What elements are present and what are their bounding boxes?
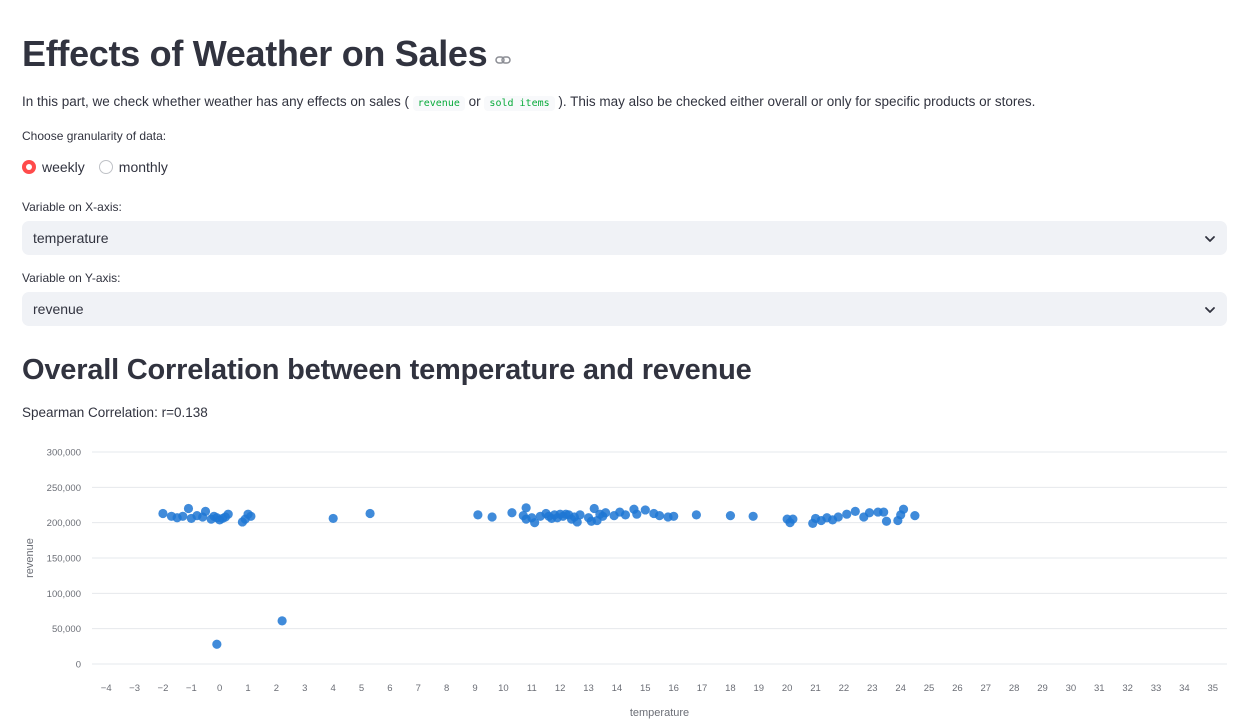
y-tick-label: 300,000 (47, 448, 81, 459)
x-tick-label: 17 (697, 683, 708, 694)
x-tick-label: 22 (839, 683, 850, 694)
x-tick-label: 3 (302, 683, 307, 694)
x-tick-label: 10 (498, 683, 509, 694)
x-tick-label: 34 (1179, 683, 1190, 694)
data-point (850, 506, 860, 516)
data-point (328, 513, 338, 524)
data-point (521, 503, 531, 513)
y-tick-label: 0 (76, 660, 81, 671)
data-point (691, 510, 701, 520)
x-tick-label: 9 (472, 683, 477, 694)
x-tick-label: 11 (527, 683, 537, 694)
x-tick-label: 13 (583, 683, 594, 694)
x-tick-label: 8 (444, 683, 449, 694)
data-point (748, 511, 758, 521)
x-tick-label: 19 (754, 683, 765, 694)
x-tick-label: 32 (1122, 683, 1133, 694)
data-point (223, 509, 233, 519)
data-point (910, 510, 920, 521)
x-tick-label: 12 (555, 683, 566, 694)
x-tick-label: 7 (416, 683, 421, 694)
data-point (879, 507, 889, 517)
x-tick-label: 35 (1208, 683, 1219, 694)
x-tick-label: 27 (981, 683, 992, 694)
x-tick-label: 21 (810, 683, 821, 694)
data-point (833, 512, 843, 522)
x-tick-label: 26 (952, 683, 963, 694)
x-tick-label: 18 (725, 683, 736, 694)
data-point (842, 509, 852, 519)
data-point (183, 503, 194, 514)
data-point (365, 508, 375, 519)
x-tick-label: 16 (668, 683, 679, 694)
x-tick-label: 23 (867, 683, 878, 694)
y-tick-label: 50,000 (52, 624, 81, 635)
x-tick-label: −4 (101, 683, 112, 694)
data-point (277, 616, 287, 626)
x-tick-label: 24 (895, 683, 906, 694)
data-point (487, 512, 497, 522)
x-tick-label: 4 (331, 683, 336, 694)
data-point (788, 514, 798, 524)
data-point (575, 510, 585, 520)
x-axis-label: temperature (630, 707, 689, 719)
x-tick-label: 6 (387, 683, 392, 694)
data-point (654, 510, 665, 521)
x-tick-label: 1 (245, 683, 250, 694)
data-point (600, 508, 611, 518)
x-tick-label: 0 (217, 683, 222, 694)
data-point (212, 639, 222, 649)
x-tick-label: 33 (1151, 683, 1162, 694)
data-point (507, 508, 517, 518)
x-tick-label: 20 (782, 683, 793, 694)
data-point (620, 510, 631, 520)
x-tick-label: −3 (129, 683, 140, 694)
x-tick-label: 2 (274, 683, 279, 694)
data-point (896, 510, 906, 520)
data-point (200, 506, 211, 516)
y-axis-label: revenue (24, 538, 36, 578)
x-tick-label: 15 (640, 683, 651, 694)
data-point (881, 516, 892, 526)
data-point (669, 511, 679, 521)
data-point (640, 505, 650, 515)
x-tick-label: −2 (158, 683, 169, 694)
x-tick-label: −1 (186, 683, 197, 694)
data-point (473, 510, 483, 520)
x-tick-label: 28 (1009, 683, 1020, 694)
y-tick-label: 250,000 (47, 483, 81, 494)
scatter-chart: 0 50,000 100,000 150,000 200,000 250,000 300,0… (24, 448, 1227, 719)
x-tick-label: 5 (359, 683, 364, 694)
x-tick-label: 31 (1094, 683, 1105, 694)
y-tick-label: 100,000 (47, 589, 81, 600)
data-point (158, 508, 168, 519)
x-tick-label: 30 (1066, 683, 1077, 694)
x-tick-label: 29 (1037, 683, 1048, 694)
y-tick-label: 200,000 (47, 518, 81, 529)
x-tick-label: 25 (924, 683, 935, 694)
x-tick-label: 14 (612, 683, 623, 694)
data-point (178, 511, 188, 521)
data-point (864, 508, 875, 518)
data-point (725, 510, 736, 521)
data-point (632, 509, 642, 519)
y-tick-label: 150,000 (47, 554, 81, 565)
data-point (246, 511, 256, 521)
